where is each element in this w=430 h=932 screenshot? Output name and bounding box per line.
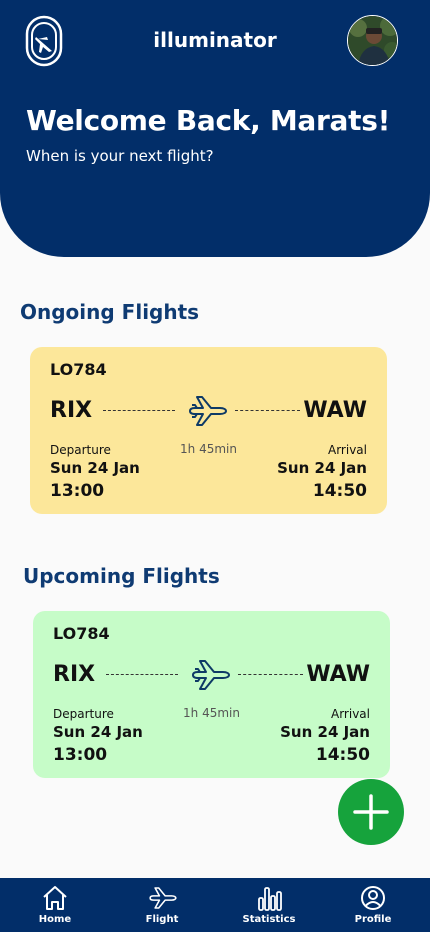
ongoing-flight-card[interactable]: LO784 RIX WAW 1h 45min Departure Arrival… [30,347,387,514]
origin-airport: RIX [50,398,93,423]
flight-code: LO784 [50,360,107,379]
departure-date: Sun 24 Jan [50,459,140,477]
nav-label-profile: Profile [354,914,392,925]
arrival-label: Arrival [328,443,367,457]
bar-chart-icon [258,887,282,911]
avatar[interactable] [347,15,398,66]
add-flight-button[interactable] [338,779,404,845]
nav-item-home[interactable]: Home [5,878,105,932]
upcoming-flight-card[interactable]: LO784 RIX WAW 1h 45min Departure Arrival… [33,611,390,778]
flight-code: LO784 [53,624,110,643]
plane-icon [189,396,227,426]
departure-time: 13:00 [53,745,108,765]
nav-label-statistics: Statistics [242,914,296,925]
plane-icon [149,887,177,909]
departure-date: Sun 24 Jan [53,723,143,741]
user-icon [361,886,385,910]
upcoming-flights-title: Upcoming Flights [23,564,220,588]
ongoing-flights-title: Ongoing Flights [20,300,200,324]
nav-label-home: Home [38,914,72,925]
route-dash-left [103,410,175,411]
welcome-subtitle: When is your next flight? [26,147,214,165]
plus-icon [353,794,389,830]
route-dash-left [106,674,178,675]
destination-airport: WAW [306,662,370,687]
arrival-time: 14:50 [315,745,370,765]
nav-item-flight[interactable]: Flight [112,878,212,932]
home-icon [43,886,67,910]
departure-time: 13:00 [50,481,105,501]
plane-icon [192,660,230,690]
nav-item-statistics[interactable]: Statistics [219,878,319,932]
arrival-date: Sun 24 Jan [277,459,367,477]
arrival-time: 14:50 [312,481,367,501]
departure-label: Departure [53,707,114,721]
bottom-nav: Home Flight Statistics Profile [0,878,430,932]
origin-airport: RIX [53,662,96,687]
route-dash-right [238,674,303,675]
welcome-heading: Welcome Back, Marats! [26,104,391,137]
departure-label: Departure [50,443,111,457]
arrival-date: Sun 24 Jan [280,723,370,741]
route-dash-right [235,410,300,411]
arrival-label: Arrival [331,707,370,721]
nav-label-flight: Flight [145,914,179,925]
nav-item-profile[interactable]: Profile [323,878,423,932]
header: illuminator Welcome Back, Marats! When i… [0,0,430,257]
destination-airport: WAW [303,398,367,423]
